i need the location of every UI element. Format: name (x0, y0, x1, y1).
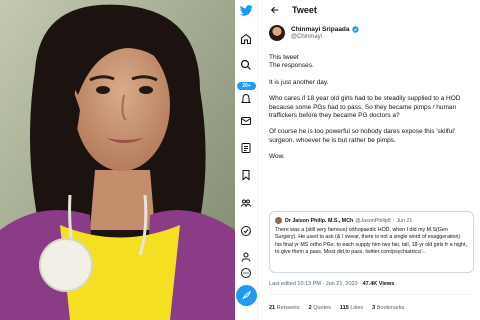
retweets-stat[interactable]: 21 Retweets (269, 305, 300, 311)
home-icon[interactable] (239, 32, 253, 46)
views-count[interactable]: 47.4K Views (363, 281, 395, 287)
tweet-header: Tweet (258, 0, 480, 20)
twitter-nav-rail: 20+ (235, 0, 258, 320)
back-arrow-icon[interactable] (269, 4, 281, 16)
quoted-tweet[interactable]: Dr Jaison Philip. M.S., MCh @JasonPhilip… (269, 211, 474, 273)
tweet-meta: Last edited 10:13 PM · Jun 21, 2023 · 47… (269, 281, 394, 287)
tweet-paragraph: Wow. (269, 153, 285, 161)
quoted-tweet-header: Dr Jaison Philip. M.S., MCh @JasonPhilip… (275, 217, 468, 224)
lists-icon[interactable] (239, 141, 253, 155)
quotes-count: 2 (308, 305, 312, 311)
tweet-text: This tweet The responses. It is just ano… (269, 54, 474, 170)
bookmarks-label: Bookmarks (376, 305, 405, 311)
bookmarks-count: 3 (372, 305, 376, 311)
woman-portrait-image (0, 0, 235, 320)
bookmarks-stat[interactable]: 3 Bookmarks (372, 305, 404, 311)
messages-envelope-icon[interactable] (239, 114, 253, 128)
verified-badge-icon (351, 26, 359, 33)
notifications-badge: 20+ (237, 82, 256, 90)
compose-tweet-button[interactable] (236, 285, 257, 306)
page-title: Tweet (292, 5, 317, 15)
quoted-author-name: Dr Jaison Philip. M.S., MCh (285, 217, 354, 224)
tweet-paragraph: Who cares if 18 year old girls had to be… (269, 95, 461, 120)
retweets-label: Retweets (276, 305, 300, 311)
profile-icon[interactable] (239, 250, 253, 264)
more-icon[interactable] (239, 266, 253, 280)
retweets-count: 21 (269, 305, 276, 311)
author-handle[interactable]: @Chinmayi (291, 34, 359, 40)
likes-label: Likes (350, 305, 364, 311)
tweet-author[interactable]: Chinmayi Sripaada @Chinmayi (269, 25, 359, 41)
engagement-stats: 21 Retweets 2 Quotes 115 Likes 3 Bookmar… (269, 305, 413, 311)
profile-photo (0, 0, 235, 320)
notifications-bell-icon[interactable] (239, 92, 253, 106)
edited-timestamp[interactable]: Last edited 10:13 PM · Jun 21, 2023 · (269, 281, 363, 287)
quoted-tweet-text: There was a (still very famous) orthopae… (275, 227, 467, 256)
verified-icon[interactable] (239, 224, 253, 238)
tweet-paragraph: Of course he is too powerful so nobody d… (269, 128, 456, 144)
quoted-author-handle: @JasonPhilip8 (355, 217, 391, 224)
quoted-date: Jun 21 (396, 217, 413, 224)
quotes-label: Quotes (313, 305, 331, 311)
quoted-separator: · (392, 217, 395, 224)
quill-icon (242, 290, 251, 300)
search-icon[interactable] (239, 58, 253, 72)
communities-icon[interactable] (239, 196, 253, 210)
quotes-stat[interactable]: 2 Quotes (309, 305, 331, 311)
tweet-detail-column: Tweet Chinmayi Sripaada @Chinmayi This t… (258, 0, 480, 320)
tweet-paragraph: This tweet The responses. (269, 54, 314, 70)
likes-stat[interactable]: 115 Likes (340, 305, 363, 311)
author-name[interactable]: Chinmayi Sripaada (291, 26, 350, 33)
twitter-bird-logo-icon[interactable] (239, 3, 253, 17)
likes-count: 115 (339, 305, 349, 311)
tweet-paragraph: It is just another day. (269, 78, 329, 86)
bookmarks-icon[interactable] (239, 168, 253, 182)
divider (269, 294, 474, 295)
quoted-author-avatar (275, 217, 282, 224)
author-avatar[interactable] (269, 25, 285, 41)
